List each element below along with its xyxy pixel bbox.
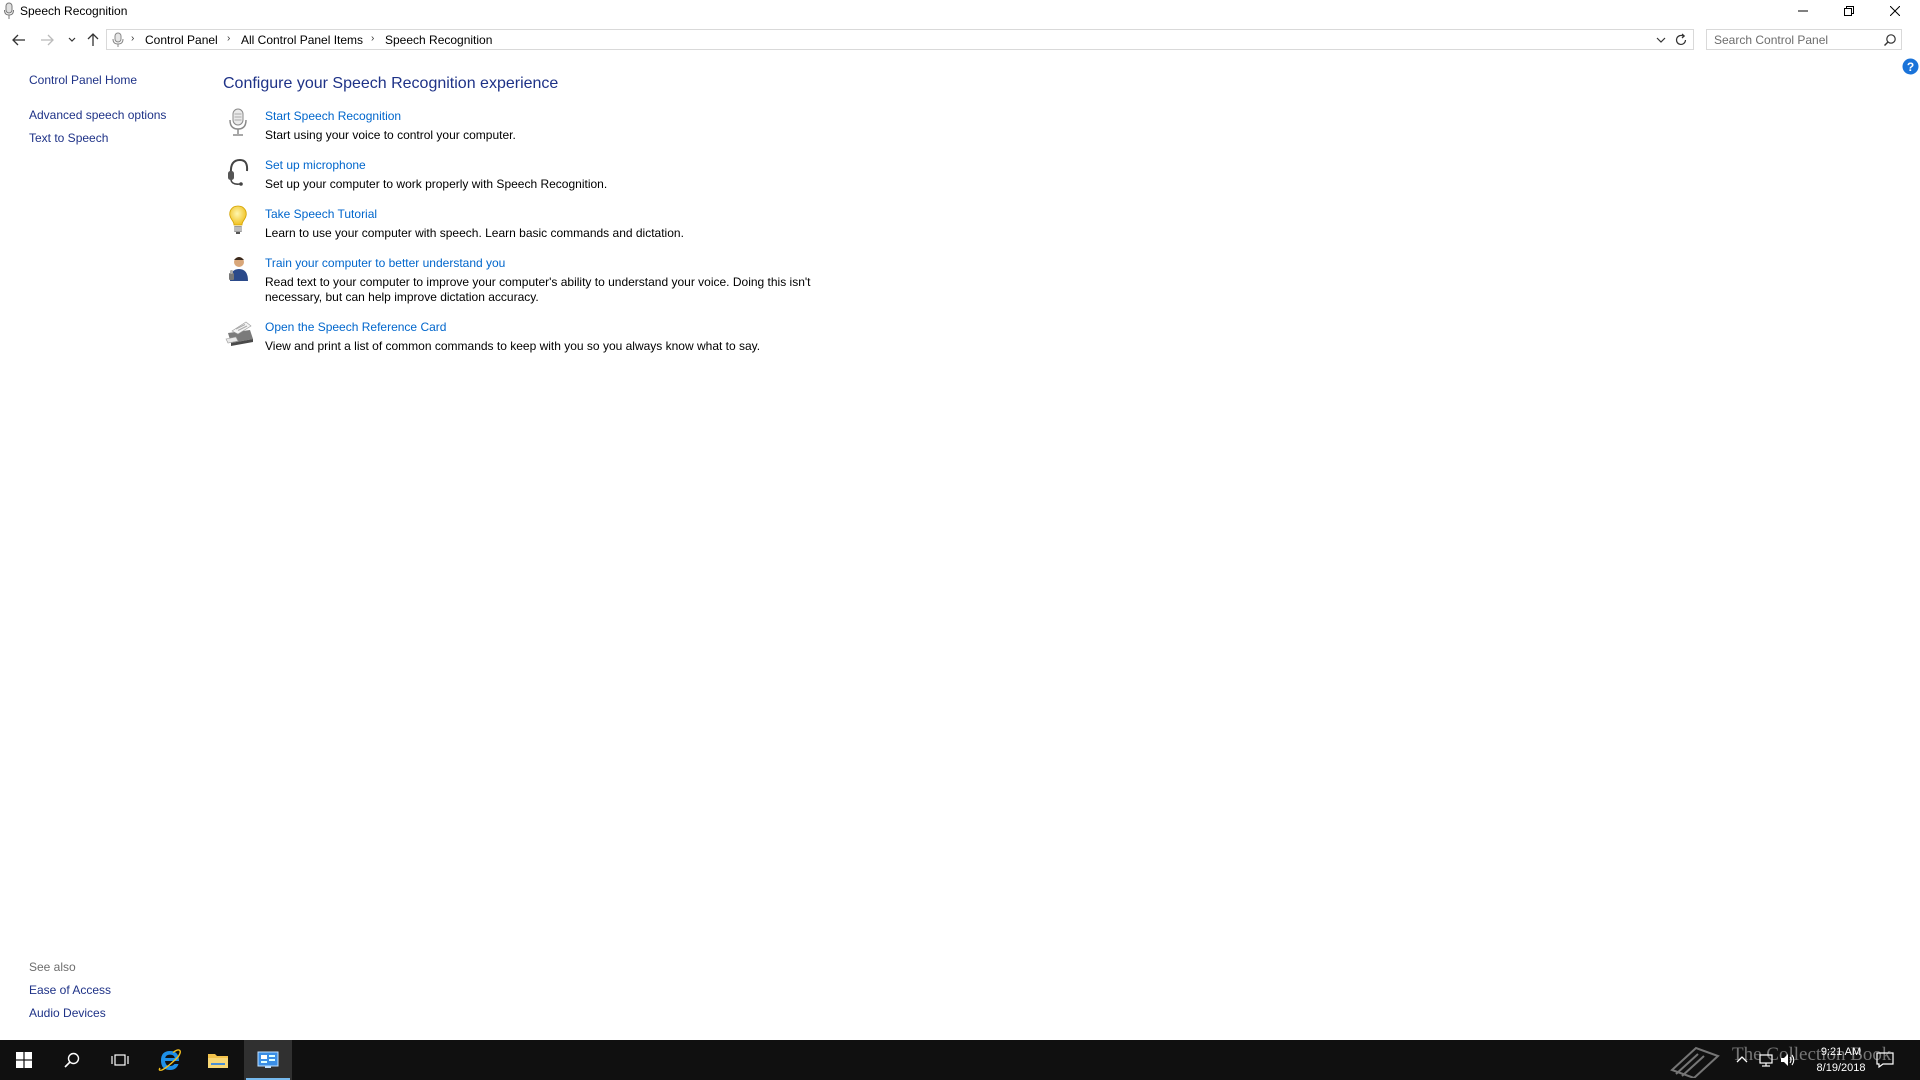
up-button[interactable] [83,30,103,50]
sidebar-item-advanced-speech-options[interactable]: Advanced speech options [29,108,166,122]
set-up-microphone-description: Set up your computer to work properly wi… [265,177,608,191]
forward-button[interactable] [37,30,57,50]
page-title: Configure your Speech Recognition experi… [223,75,559,92]
restore-button[interactable] [1826,0,1872,22]
user-train-icon [229,257,248,281]
start-button[interactable] [0,1040,48,1080]
sidebar-item-text-to-speech[interactable]: Text to Speech [29,131,108,145]
see-also-ease-of-access[interactable]: Ease of Access [29,983,111,997]
taskbar-control-panel[interactable] [244,1040,292,1080]
back-arrow-icon [12,34,25,46]
close-button[interactable] [1872,0,1918,22]
breadcrumb-all-control-panel-items[interactable]: All Control Panel Items [241,33,363,47]
speech-reference-card-description: View and print a list of common commands… [265,339,761,353]
show-hidden-icons-icon[interactable] [1734,1052,1750,1068]
address-dropdown-icon[interactable] [1655,33,1667,47]
restore-icon [1844,6,1854,16]
network-icon[interactable] [1758,1052,1774,1068]
microphone-app-icon [4,2,14,19]
take-speech-tutorial-link[interactable]: Take Speech Tutorial [265,207,377,221]
printer-icon [225,321,253,346]
search-icon[interactable] [1883,33,1897,47]
start-speech-recognition-description: Start using your voice to control your c… [265,128,516,142]
system-clock[interactable]: 9:21 AM 8/19/2018 [1798,1044,1884,1076]
lightbulb-icon [229,205,247,234]
see-also-label: See also [29,960,76,974]
action-center-icon[interactable] [1876,1052,1894,1068]
breadcrumb-separator-icon[interactable]: › [227,33,230,44]
title-bar: Speech Recognition [0,0,1920,24]
sidebar-item-control-panel-home[interactable]: Control Panel Home [29,73,137,87]
search-box[interactable] [1706,29,1902,50]
up-arrow-icon [87,33,99,46]
taskbar-search-button[interactable] [48,1040,96,1080]
taskbar-internet-explorer[interactable] [146,1040,194,1080]
task-view-icon [111,1054,129,1066]
svg-text:?: ? [1907,60,1914,74]
start-speech-recognition-link[interactable]: Start Speech Recognition [265,109,401,123]
see-also-audio-devices[interactable]: Audio Devices [29,1006,106,1020]
taskbar: The Collection Book 9:21 AM 8/19/2018 [0,1040,1920,1080]
internet-explorer-icon [158,1049,181,1071]
minimize-button[interactable] [1780,0,1826,22]
breadcrumb-separator-icon[interactable]: › [371,33,374,44]
take-speech-tutorial-description: Learn to use your computer with speech. … [265,226,684,240]
recent-locations-button[interactable] [62,30,82,50]
minimize-icon [1798,10,1808,12]
search-icon [64,1052,80,1068]
forward-arrow-icon [41,34,54,46]
control-panel-icon [257,1051,279,1068]
windows-logo-icon [16,1052,32,1068]
navigation-bar: › Control Panel › All Control Panel Item… [0,28,1920,52]
breadcrumb-control-panel[interactable]: Control Panel [145,33,218,47]
folder-icon [208,1054,228,1068]
breadcrumb-separator-icon: › [131,33,135,44]
breadcrumb-speech-recognition[interactable]: Speech Recognition [385,33,492,47]
window-title: Speech Recognition [20,4,128,18]
clock-date: 8/19/2018 [1816,1062,1866,1074]
microphone-icon [229,108,247,136]
clock-time: 9:21 AM [1820,1046,1862,1058]
address-bar[interactable]: › Control Panel › All Control Panel Item… [106,29,1694,50]
set-up-microphone-link[interactable]: Set up microphone [265,158,366,172]
train-computer-description: Read text to your computer to improve yo… [265,275,811,304]
taskbar-file-explorer[interactable] [194,1040,242,1080]
speech-reference-card-link[interactable]: Open the Speech Reference Card [265,320,446,334]
speech-recognition-icon [112,32,124,47]
back-button[interactable] [9,30,29,50]
train-computer-link[interactable]: Train your computer to better understand… [265,256,505,270]
volume-icon[interactable] [1780,1052,1796,1068]
task-view-button[interactable] [96,1040,144,1080]
help-icon[interactable]: ? [1902,58,1919,75]
close-icon [1890,6,1900,16]
refresh-icon[interactable] [1673,32,1689,48]
headset-icon [228,158,249,186]
search-input[interactable] [1707,30,1884,49]
chevron-down-icon [68,37,76,42]
